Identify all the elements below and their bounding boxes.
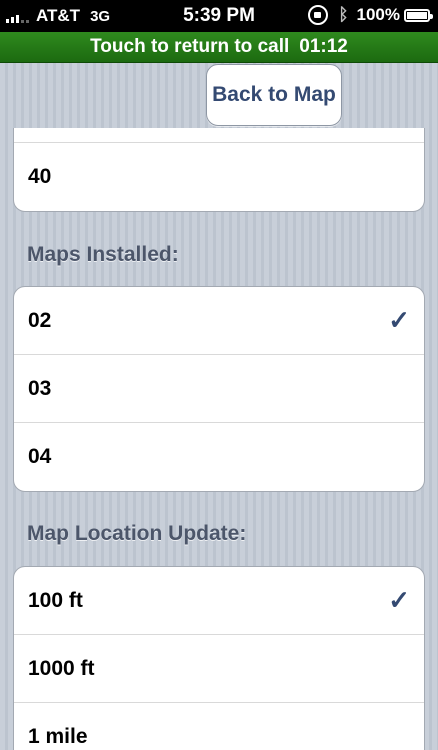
lock-rotation-icon [308, 5, 329, 25]
list-item-label: 100 ft [28, 588, 83, 612]
checkmark-icon: ✓ [388, 585, 410, 615]
list-item-1-mile[interactable]: 1 mile [14, 703, 424, 750]
list-item-100-ft[interactable]: 100 ft ✓ [14, 567, 424, 635]
list-item-label: 03 [28, 376, 52, 400]
bluetooth-icon: ᛒ [338, 5, 349, 24]
return-to-call-bar[interactable]: Touch to return to call 01:12 [0, 32, 438, 63]
list-item-label: 1 mile [28, 725, 88, 748]
maps-installed-group: 02 ✓ 03 04 [13, 286, 425, 492]
call-bar-label: Touch to return to call [90, 36, 290, 57]
list-item[interactable]: 40 [14, 143, 424, 211]
battery-icon [404, 8, 433, 22]
list-item-label: 40 [28, 165, 52, 188]
list-item-1000-ft[interactable]: 1000 ft [14, 635, 424, 703]
list-item-map-02[interactable]: 02 ✓ [14, 287, 424, 355]
status-bar: AT&T 3G 5:39 PM ᛒ 100% [0, 0, 438, 32]
list-item-label: 02 [28, 308, 52, 332]
list-item-label: 04 [28, 445, 52, 468]
back-to-map-button[interactable]: Back to Map [206, 64, 342, 126]
section-header-map-location-update: Map Location Update: [27, 522, 247, 545]
battery-percent: 100% [356, 5, 400, 24]
toolbar: Back to Map [0, 62, 438, 130]
list-item-partial[interactable] [14, 128, 424, 143]
list-item-label: 1000 ft [28, 656, 95, 680]
map-location-update-group: 100 ft ✓ 1000 ft 1 mile [13, 566, 425, 750]
section-header-maps-installed: Maps Installed: [27, 243, 179, 266]
list-item-map-04[interactable]: 04 [14, 423, 424, 491]
top-options-group: 40 [13, 128, 425, 212]
status-right: ᛒ 100% [308, 5, 433, 25]
checkmark-icon: ✓ [388, 305, 410, 335]
call-timer: 01:12 [299, 36, 348, 57]
list-item-map-03[interactable]: 03 [14, 355, 424, 423]
